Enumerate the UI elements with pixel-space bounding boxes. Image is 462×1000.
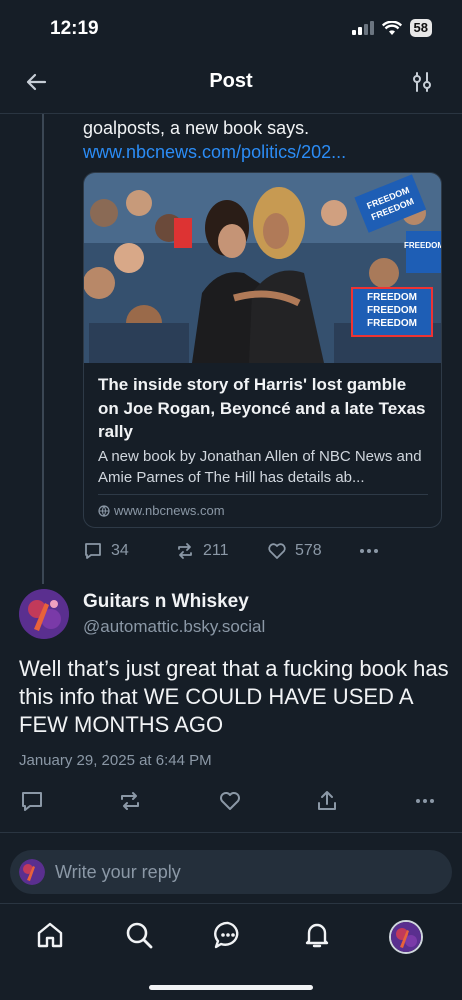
link-preview-card[interactable]: FREEDOM FREEDOM FREEDOM FREEDOM FREEDOM … — [83, 172, 442, 528]
profile-avatar-image — [391, 922, 421, 952]
tab-profile[interactable] — [389, 920, 423, 954]
parent-repost-button[interactable]: 211 — [175, 541, 229, 561]
heart-icon — [268, 543, 286, 559]
repost-icon — [121, 792, 139, 810]
wifi-icon — [381, 20, 402, 35]
reply-icon — [85, 543, 101, 559]
reply-icon — [22, 792, 42, 811]
parent-more-button[interactable] — [358, 541, 380, 561]
card-image: FREEDOM FREEDOM FREEDOM FREEDOM FREEDOM … — [84, 173, 442, 363]
repost-button[interactable] — [116, 787, 144, 815]
parent-reply-count: 34 — [111, 542, 129, 559]
sign-text-6: FREEDOM — [404, 241, 442, 250]
sign-text-3: FREEDOM — [367, 318, 417, 329]
parent-like-button[interactable]: 578 — [267, 541, 322, 561]
parent-repost-count: 211 — [203, 542, 229, 559]
parent-reply-button[interactable]: 34 — [83, 541, 129, 561]
sign-text-2: FREEDOM — [367, 305, 417, 316]
card-domain-text: www.nbcnews.com — [114, 503, 225, 518]
post-text: Well that’s just great that a fucking bo… — [19, 656, 449, 737]
parent-like-count: 578 — [295, 542, 322, 559]
post-timestamp: January 29, 2025 at 6:44 PM — [19, 752, 212, 769]
share-button[interactable] — [313, 787, 341, 815]
author-handle[interactable]: @automattic.bsky.social — [83, 617, 265, 637]
search-icon — [126, 922, 153, 949]
bell-icon — [305, 923, 329, 948]
share-icon — [318, 791, 336, 810]
thread-options-button[interactable] — [408, 68, 436, 96]
author-avatar[interactable] — [19, 589, 69, 639]
battery-indicator: 58 — [409, 19, 432, 37]
home-indicator — [149, 985, 313, 990]
filter-sliders-icon — [413, 72, 431, 92]
parent-post-text: goalposts, a new book says. — [83, 118, 310, 138]
more-icon — [360, 549, 378, 553]
tab-home[interactable] — [33, 918, 67, 952]
repost-icon — [178, 543, 192, 559]
freedom-sign-far-right: FREEDOM — [404, 231, 442, 273]
status-time: 12:19 — [50, 18, 99, 39]
user-avatar — [19, 859, 45, 885]
tab-search[interactable] — [122, 918, 156, 952]
tab-notifications[interactable] — [300, 918, 334, 952]
chat-icon — [214, 921, 239, 949]
tab-chat[interactable] — [211, 918, 245, 952]
post-divider — [0, 832, 462, 833]
avatar-image — [19, 589, 69, 639]
page-title: Post — [209, 70, 253, 92]
signal-icon — [351, 21, 374, 35]
heart-icon — [220, 792, 240, 810]
like-button[interactable] — [216, 787, 244, 815]
thread-connector-line — [42, 114, 44, 584]
user-avatar-image — [19, 859, 45, 885]
more-options-button[interactable] — [411, 787, 439, 815]
sign-text-1: FREEDOM — [367, 292, 417, 303]
more-icon — [416, 799, 434, 803]
reply-button[interactable] — [18, 787, 46, 815]
author-name[interactable]: Guitars n Whiskey — [83, 591, 249, 613]
globe-icon — [98, 504, 110, 517]
home-icon — [37, 922, 63, 948]
card-description: A new book by Jonathan Allen of NBC News… — [98, 448, 422, 486]
card-domain: www.nbcnews.com — [98, 503, 225, 518]
tab-bar-divider — [0, 903, 462, 904]
status-indicators: 58 — [351, 19, 432, 37]
freedom-sign-right: FREEDOM FREEDOM FREEDOM — [351, 287, 433, 337]
parent-post-link[interactable]: www.nbcnews.com/politics/202... — [83, 140, 346, 164]
card-divider — [98, 494, 428, 495]
reply-placeholder: Write your reply — [55, 861, 181, 882]
reply-input[interactable]: Write your reply — [10, 850, 452, 894]
header-divider — [0, 113, 462, 114]
card-title: The inside story of Harris' lost gamble … — [98, 375, 426, 441]
